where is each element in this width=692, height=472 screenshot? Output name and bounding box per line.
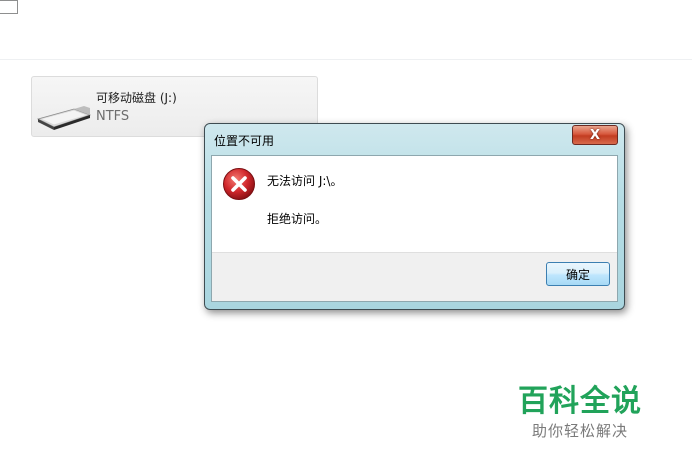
dialog-body: 无法访问 J:\。 拒绝访问。 确定 xyxy=(211,155,618,302)
close-button[interactable]: X xyxy=(572,125,618,145)
drive-filesystem: NTFS xyxy=(96,109,130,124)
close-icon: X xyxy=(589,127,601,143)
dialog-title: 位置不可用 xyxy=(214,134,275,148)
watermark-logo: 百科全说 助你轻松解决 xyxy=(493,364,667,448)
removable-drive-icon xyxy=(36,106,92,130)
error-dialog: 位置不可用 X 无法访问 J:\。 拒绝访问。 确定 xyxy=(204,123,625,310)
divider xyxy=(0,59,692,60)
select-checkbox[interactable] xyxy=(0,0,18,14)
error-message-line2: 拒绝访问。 xyxy=(267,212,328,226)
error-icon xyxy=(223,168,255,200)
drive-name: 可移动磁盘 (J:) xyxy=(96,91,177,105)
explorer-window: 可移动磁盘 (J:) NTFS 位置不可用 X 无法访问 J:\。 拒绝访问。 xyxy=(0,0,692,472)
watermark-title: 百科全说 xyxy=(518,384,642,419)
watermark-subtitle: 助你轻松解决 xyxy=(531,422,628,440)
ok-button[interactable]: 确定 xyxy=(546,262,610,286)
dialog-footer: 确定 xyxy=(212,252,617,301)
error-message-line1: 无法访问 J:\。 xyxy=(267,174,343,188)
